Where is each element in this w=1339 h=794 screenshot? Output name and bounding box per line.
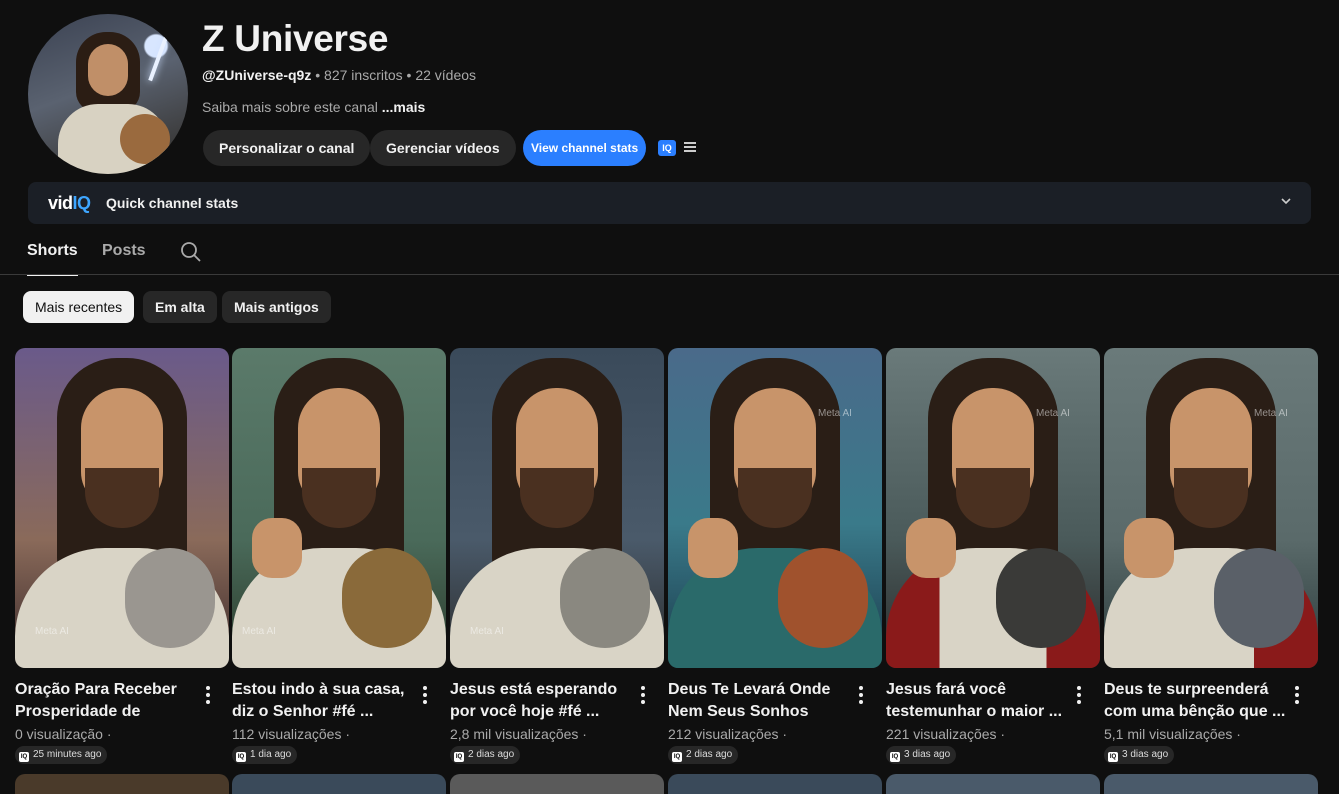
published-badge: IQ 25 minutes ago	[15, 746, 108, 764]
short-title[interactable]: Deus te surpreenderá com uma bênção que …	[1104, 679, 1286, 723]
kebab-icon[interactable]	[422, 686, 428, 704]
tab-posts[interactable]: Posts	[102, 242, 146, 274]
chip-most-recent[interactable]: Mais recentes	[23, 291, 135, 323]
short-card[interactable]: Meta AI Jesus está esperando por você ho…	[450, 348, 664, 768]
vidiq-icon: IQ	[454, 752, 464, 762]
short-thumbnail[interactable]: Meta AI	[886, 348, 1100, 668]
vidiq-icon: IQ	[236, 752, 246, 762]
short-card-peek[interactable]	[450, 774, 664, 794]
published-badge: IQ 2 dias ago	[668, 746, 739, 764]
kebab-icon[interactable]	[1294, 686, 1300, 704]
short-thumbnail[interactable]: Meta AI	[1104, 348, 1318, 668]
short-title[interactable]: Deus Te Levará Onde Nem Seus Sonhos Mai.…	[668, 679, 850, 723]
vidiq-icon: IQ	[890, 752, 900, 762]
manage-videos-button[interactable]: Gerenciar vídeos	[370, 130, 516, 166]
view-count: 2,8 mil visualizações ·	[450, 726, 587, 742]
kebab-icon[interactable]	[205, 686, 211, 704]
short-card-peek[interactable]	[1104, 774, 1318, 794]
vidiq-icon: IQ	[1108, 752, 1118, 762]
short-title[interactable]: Oração Para Receber Prosperidade de Form…	[15, 679, 197, 723]
short-card[interactable]: Meta AI Estou indo à sua casa, diz o Sen…	[232, 348, 446, 768]
short-thumbnail[interactable]: Meta AI	[450, 348, 664, 668]
channel-avatar	[28, 14, 188, 174]
short-thumbnail[interactable]: Meta AI	[668, 348, 882, 668]
channel-about-link[interactable]: Saiba mais sobre este canal ...mais	[202, 99, 425, 115]
short-card-peek[interactable]	[668, 774, 882, 794]
tabs-divider	[0, 274, 1339, 275]
vidiq-icon[interactable]: IQ	[658, 140, 676, 156]
vidiq-quick-stats-bar[interactable]: vidIQ Quick channel stats	[28, 182, 1311, 224]
view-channel-stats-button[interactable]: View channel stats	[523, 130, 647, 166]
published-badge: IQ 1 dia ago	[232, 746, 298, 764]
vidiq-icon: IQ	[19, 752, 29, 762]
vidiq-label: Quick channel stats	[106, 195, 239, 211]
kebab-icon[interactable]	[640, 686, 646, 704]
short-title[interactable]: Jesus está esperando por você hoje #fé .…	[450, 679, 632, 723]
view-count: 0 visualização ·	[15, 726, 112, 742]
customize-channel-button[interactable]: Personalizar o canal	[203, 130, 371, 166]
channel-name: Z Universe	[202, 18, 389, 59]
channel-handle: @ZUniverse-q9z	[202, 67, 312, 83]
search-icon[interactable]	[180, 241, 202, 263]
short-card[interactable]: Meta AI Oração Para Receber Prosperidade…	[15, 348, 229, 768]
chevron-down-icon[interactable]	[1279, 194, 1293, 208]
vidiq-logo: vidIQ	[48, 193, 91, 213]
short-thumbnail[interactable]: Meta AI	[15, 348, 229, 668]
view-count: 5,1 mil visualizações ·	[1104, 726, 1241, 742]
short-card[interactable]: Meta AI Deus te surpreenderá com uma bên…	[1104, 348, 1318, 768]
vidiq-icon: IQ	[672, 752, 682, 762]
short-card-peek[interactable]	[232, 774, 446, 794]
menu-icon[interactable]	[684, 140, 696, 156]
kebab-icon[interactable]	[1076, 686, 1082, 704]
short-card-peek[interactable]	[15, 774, 229, 794]
short-title[interactable]: Estou indo à sua casa, diz o Senhor #fé …	[232, 679, 414, 723]
view-count: 221 visualizações ·	[886, 726, 1006, 742]
published-badge: IQ 3 dias ago	[1104, 746, 1175, 764]
tab-shorts[interactable]: Shorts	[27, 242, 78, 276]
published-badge: IQ 2 dias ago	[450, 746, 521, 764]
kebab-icon[interactable]	[858, 686, 864, 704]
channel-meta: @ZUniverse-q9z • 827 inscritos • 22 víde…	[202, 67, 477, 83]
view-count: 212 visualizações ·	[668, 726, 788, 742]
short-card[interactable]: Meta AI Jesus fará você testemunhar o ma…	[886, 348, 1100, 768]
subscriber-count: 827 inscritos	[324, 67, 403, 83]
video-count: 22 vídeos	[415, 67, 477, 83]
short-card-peek[interactable]	[886, 774, 1100, 794]
short-thumbnail[interactable]: Meta AI	[232, 348, 446, 668]
published-badge: IQ 3 dias ago	[886, 746, 957, 764]
chip-oldest[interactable]: Mais antigos	[222, 291, 331, 323]
short-title[interactable]: Jesus fará você testemunhar o maior ...	[886, 679, 1068, 723]
chip-trending[interactable]: Em alta	[143, 291, 217, 323]
view-count: 112 visualizações ·	[232, 726, 351, 742]
short-card[interactable]: Meta AI Deus Te Levará Onde Nem Seus Son…	[668, 348, 882, 768]
more-link[interactable]: ...mais	[382, 99, 426, 115]
